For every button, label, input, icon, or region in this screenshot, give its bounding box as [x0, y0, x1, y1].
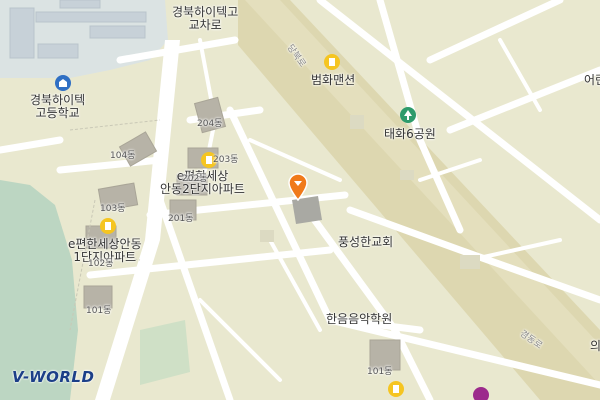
- beomhwa-label: 범화맨션: [311, 73, 356, 87]
- building-label: 101동: [86, 306, 112, 316]
- location-pin-icon[interactable]: [287, 173, 309, 205]
- school-icon[interactable]: [55, 75, 71, 91]
- apartment-icon[interactable]: [100, 218, 116, 234]
- building-label: 102동: [88, 259, 114, 269]
- school-label: 경북하이텍 고등학교: [30, 93, 86, 120]
- music-label: 한음음악학원: [326, 312, 393, 326]
- park-label: 태화6공원: [384, 127, 436, 141]
- building-label: 203동: [213, 155, 239, 165]
- building-label: 101동: [367, 367, 393, 377]
- map-view[interactable]: 경북하이텍고 교차로 경북하이텍 고등학교 범화맨션 태화6공원 e편한세상 안…: [0, 0, 600, 400]
- building-label: 204동: [197, 119, 223, 129]
- building-label: 201동: [168, 214, 194, 224]
- apartment-icon[interactable]: [388, 381, 404, 397]
- park-icon[interactable]: [400, 107, 416, 123]
- vworld-logo: V-WORLD: [12, 368, 95, 386]
- building-label: 103동: [100, 204, 126, 214]
- right-edge-label-2: 의: [590, 339, 600, 353]
- right-edge-label: 어린: [584, 73, 600, 87]
- building-label: 202동: [182, 174, 208, 184]
- building-label: 104동: [110, 151, 136, 161]
- church-label: 풍성한교회: [338, 235, 394, 249]
- apartment-icon[interactable]: [324, 54, 340, 70]
- crossroad-label: 경북하이텍고 교차로: [172, 5, 239, 32]
